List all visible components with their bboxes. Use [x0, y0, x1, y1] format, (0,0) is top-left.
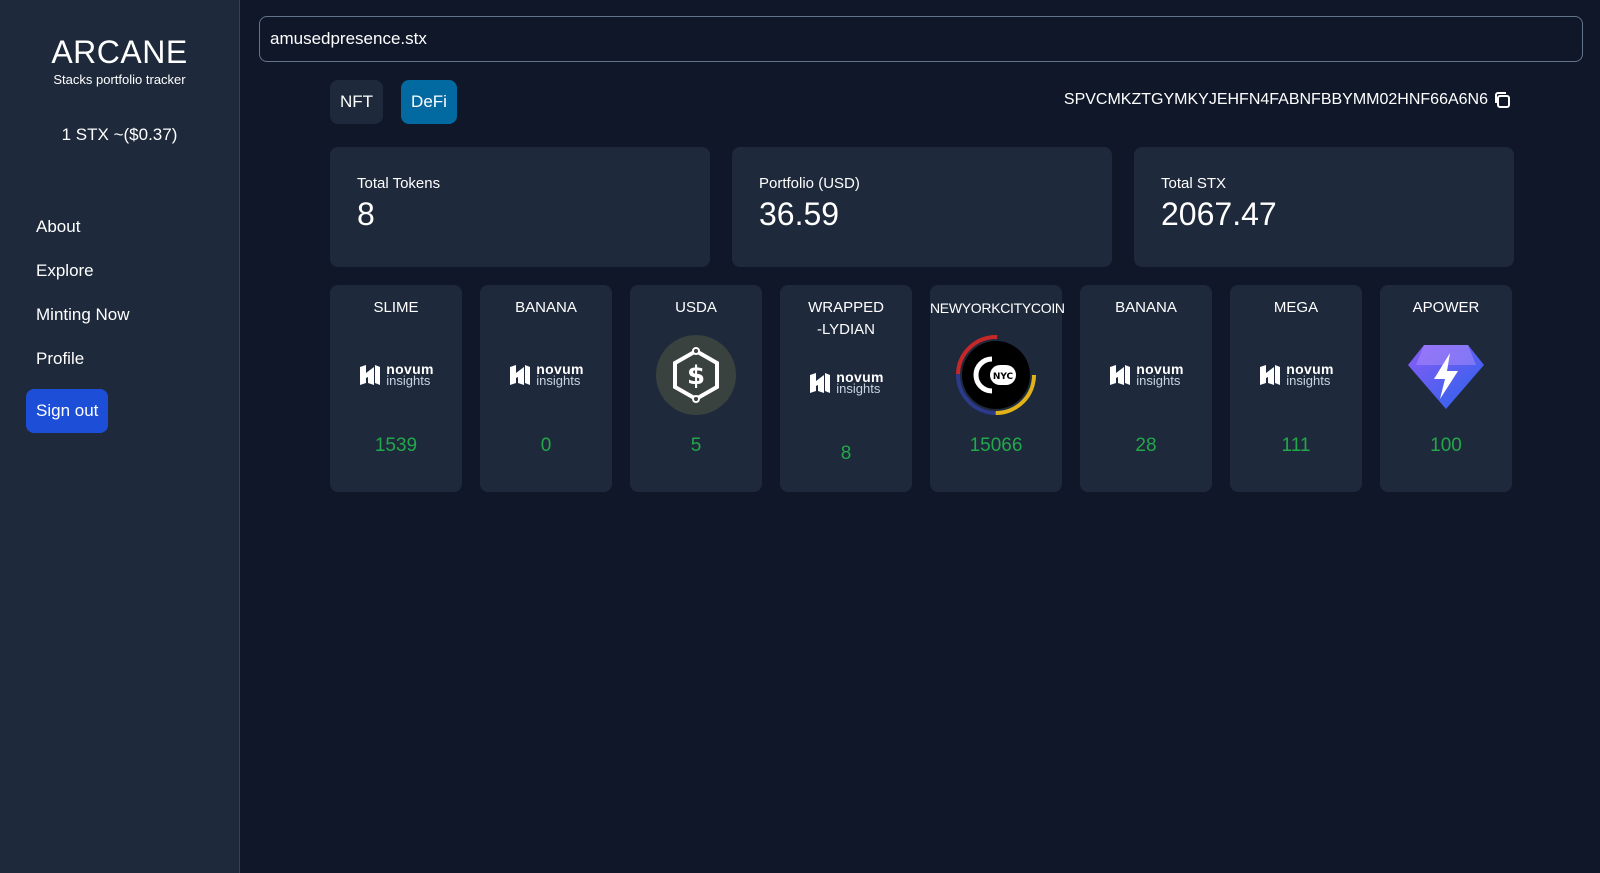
token-name: BANANA [515, 299, 577, 316]
novum-mark-icon [510, 365, 531, 385]
token-amount: 111 [1281, 435, 1311, 456]
sign-out-button[interactable]: Sign out [26, 389, 109, 433]
stat-portfolio-usd: Portfolio (USD) 36.59 [732, 147, 1112, 267]
wallet-address-text: SPVCMKZTGYMKYJEHFN4FABNFBBYMM02HNF66A6N6 [1063, 91, 1488, 108]
svg-text:NYC: NYC [993, 372, 1014, 382]
token-card[interactable]: USDA $ 5 [630, 285, 762, 492]
tab-defi[interactable]: DeFi [401, 80, 457, 124]
sidebar-item-about[interactable]: About [26, 205, 239, 249]
sidebar-item-explore[interactable]: Explore [26, 249, 239, 293]
insights-word: insights [1286, 373, 1331, 388]
stat-label: Total STX [1161, 175, 1227, 192]
stx-price: 1 STX ~($0.37) [61, 125, 178, 144]
stats-row: Total Tokens 8 Portfolio (USD) 36.59 Tot… [330, 147, 1514, 267]
sidebar-item-profile[interactable]: Profile [26, 337, 239, 381]
stat-total-stx: Total STX 2067.47 [1134, 147, 1514, 267]
token-amount: 5 [690, 435, 702, 456]
stat-value: 8 [357, 196, 375, 232]
token-amount: 15066 [969, 435, 1023, 456]
brand: ARCANE Stacks portfolio tracker [0, 0, 239, 87]
token-card[interactable]: MEGA novum insights 111 [1230, 285, 1362, 492]
copy-icon[interactable] [1492, 90, 1512, 110]
insights-word: insights [536, 373, 581, 388]
token-name: MEGA [1273, 299, 1319, 316]
novum-mark-icon [810, 373, 831, 393]
stat-value: 2067.47 [1161, 196, 1277, 232]
sidebar: ARCANE Stacks portfolio tracker 1 STX ~(… [0, 0, 240, 873]
token-name: USDA [675, 299, 717, 316]
wallet-address: SPVCMKZTGYMKYJEHFN4FABNFBBYMM02HNF66A6N6 [1064, 90, 1512, 110]
usda-dollar-hexagon-icon: $ [656, 335, 736, 415]
token-name: NEWYORKCITYCOIN [930, 300, 1065, 316]
insights-word: insights [386, 373, 431, 388]
novum-insights-logo-icon: novum insights [806, 343, 886, 423]
insights-word: insights [1136, 373, 1181, 388]
novum-insights-logo-icon: novum insights [506, 335, 586, 415]
nyc-coin-icon: NYC [956, 335, 1036, 415]
sidebar-nav: About Explore Minting Now Profile Sign o… [0, 205, 239, 433]
novum-mark-icon [360, 365, 381, 385]
token-amount: 1539 [374, 435, 418, 456]
diamond-bolt-icon [1406, 335, 1486, 415]
token-grid: SLIME novum insights 1539 BANANA novum i… [330, 285, 1512, 492]
token-card[interactable]: BANANA novum insights 0 [480, 285, 612, 492]
token-card[interactable]: NEWYORKCITYCOIN NYC 15066 [930, 285, 1065, 492]
novum-insights-logo-icon: novum insights [1256, 335, 1336, 415]
tab-nft[interactable]: NFT [330, 80, 384, 124]
token-card[interactable]: APOWER 100 [1380, 285, 1512, 492]
token-name: APOWER [1412, 299, 1480, 316]
token-card[interactable]: BANANA novum insights 28 [1080, 285, 1212, 492]
stat-value: 36.59 [759, 196, 840, 232]
novum-mark-icon [1260, 365, 1281, 385]
token-amount: 100 [1430, 435, 1462, 456]
stat-total-tokens: Total Tokens 8 [330, 147, 710, 267]
search-input[interactable] [259, 16, 1583, 62]
sidebar-item-minting-now[interactable]: Minting Now [26, 293, 239, 337]
token-name: SLIME [373, 299, 419, 316]
token-amount: 0 [540, 435, 552, 456]
brand-subtitle: Stacks portfolio tracker [53, 72, 186, 87]
token-card[interactable]: WRAPPED-LYDIAN novum insights 8 [780, 285, 912, 492]
novum-insights-logo-icon: novum insights [1106, 335, 1186, 415]
token-amount: 8 [840, 443, 852, 464]
stat-label: Portfolio (USD) [759, 175, 860, 192]
svg-text:$: $ [687, 361, 705, 391]
brand-title[interactable]: ARCANE [0, 34, 239, 70]
novum-mark-icon [1110, 365, 1131, 385]
novum-insights-logo-icon: novum insights [356, 335, 436, 415]
token-name: WRAPPED-LYDIAN [808, 299, 884, 338]
view-tabs: NFT DeFi [330, 80, 457, 124]
insights-word: insights [836, 381, 881, 396]
token-amount: 28 [1135, 435, 1157, 456]
token-card[interactable]: SLIME novum insights 1539 [330, 285, 462, 492]
stat-label: Total Tokens [357, 175, 441, 192]
token-name: BANANA [1115, 299, 1177, 316]
